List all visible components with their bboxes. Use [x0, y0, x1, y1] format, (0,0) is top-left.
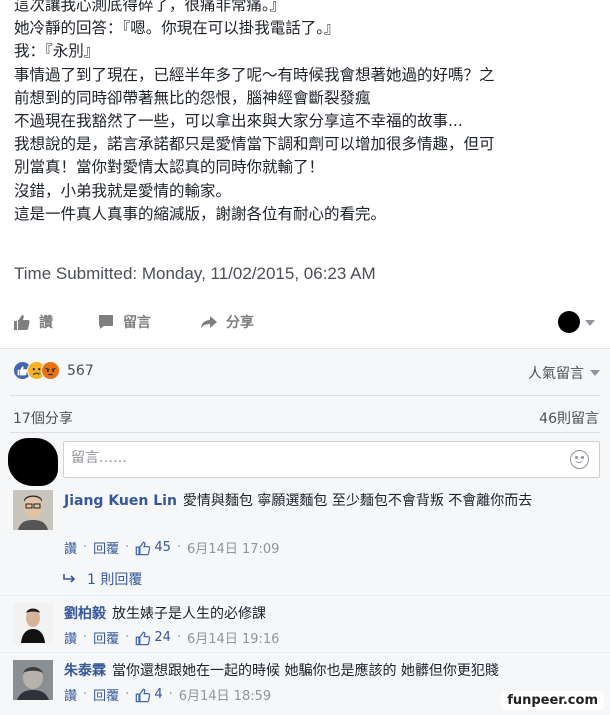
comment-label: 留言 — [123, 315, 151, 331]
watermark: funpeer.com — [501, 691, 604, 710]
post-line: 不過現在我豁然了一些，可以拿出來與大家分享這不幸福的故事... — [14, 112, 463, 131]
meta-separator: · — [176, 630, 181, 645]
post-line: 事情過了到了現在，已經半年多了呢～有時候我會想著她過的好嗎？之 — [14, 65, 495, 84]
like-label: 讚 — [39, 315, 53, 331]
chevron-down-icon — [590, 370, 600, 376]
meta-separator: · — [176, 540, 181, 555]
share-arrow-icon — [201, 316, 217, 329]
like-button[interactable]: 讚 — [13, 312, 53, 332]
meta-separator: · — [83, 630, 88, 645]
divider — [0, 652, 610, 653]
comment-composer[interactable] — [63, 441, 600, 478]
post-action-bar: 讚 留言 分享 — [0, 306, 610, 340]
comment-meta: 讚 · 回覆 · 24 · 6月14日 19:16 — [64, 628, 279, 647]
divider — [10, 395, 600, 396]
meta-separator: · — [125, 540, 130, 555]
view-replies-link[interactable]: 1 則回覆 — [63, 569, 142, 589]
meta-separator: · — [125, 630, 130, 645]
chevron-down-icon[interactable] — [585, 320, 595, 326]
comment-like-link[interactable]: 讚 — [64, 538, 77, 557]
comment-date[interactable]: 6月14日 17:09 — [187, 538, 279, 557]
comment-button[interactable]: 留言 — [97, 312, 151, 332]
comment-icon — [99, 315, 113, 329]
comment-sort-dropdown[interactable]: 人氣留言 — [528, 363, 600, 383]
post-line: 前想到的同時卻帶著無比的怨恨，腦神經會斷裂發瘋 — [14, 88, 371, 107]
comment-input[interactable] — [71, 450, 551, 466]
comment-like-link[interactable]: 讚 — [64, 628, 77, 647]
meta-separator: · — [168, 687, 173, 702]
comment-reply-link[interactable]: 回覆 — [93, 538, 119, 557]
meta-separator: · — [83, 540, 88, 555]
thumbs-up-icon — [136, 541, 151, 555]
post-line: 我：『永別』 — [14, 42, 100, 61]
comment-content: Jiang Kuen Lin 愛情與麵包 寧願選麵包 至少麵包不會背叛 不會離你而… — [64, 490, 594, 512]
time-submitted: Time Submitted: Monday, 11/02/2015, 06:2… — [14, 264, 376, 283]
reply-arrow-icon — [63, 574, 76, 583]
comment-reply-link[interactable]: 回覆 — [93, 628, 119, 647]
commenter-name[interactable]: 劉柏毅 — [64, 606, 106, 622]
reactions-summary[interactable]: 567 — [13, 361, 94, 380]
comment-meta: 讚 · 回覆 · 4 · 6月14日 18:59 — [64, 685, 271, 704]
post-body: 這次讓我心測底得碎了，很痛非常痛。』 她冷靜的回答：『嗯。你現在可以掛我電話了。… — [14, 0, 604, 226]
post-line: 別當真！當你對愛情太認真的同時你就輸了！ — [14, 158, 325, 177]
post-line: 我想說的是，諾言承諾都只是愛情當下調和劑可以增加很多情趣，但可 — [14, 135, 495, 154]
avatar[interactable] — [13, 660, 53, 700]
reply-count-label: 1 則回覆 — [87, 572, 143, 588]
share-button[interactable]: 分享 — [200, 312, 254, 332]
comment-content: 劉柏毅 放生婊子是人生的必修課 — [64, 603, 594, 625]
post-line: 沒錯，小弟我就是愛情的輸家。 — [14, 181, 232, 200]
sort-label: 人氣留言 — [528, 366, 584, 382]
comment-content: 朱泰霖 當你還想跟她在一起的時候 她騙你也是應該的 她髒但你更犯賤 — [64, 660, 594, 682]
post-line: 這次讓我心測底得碎了，很痛非常痛。』 — [14, 0, 286, 14]
thumbs-up-icon — [136, 688, 151, 702]
share-count[interactable]: 17個分享 — [13, 408, 73, 428]
emoji-icon[interactable] — [570, 450, 589, 469]
avatar[interactable] — [13, 603, 53, 643]
comment-like-count[interactable]: 24 — [154, 630, 171, 645]
comment-date[interactable]: 6月14日 18:59 — [179, 685, 271, 704]
angry-reaction-icon — [41, 361, 60, 380]
thumbs-up-icon — [14, 315, 30, 330]
avatar[interactable] — [13, 490, 53, 530]
comment-like-count[interactable]: 4 — [154, 687, 162, 702]
divider — [10, 432, 600, 433]
post-line: 她冷靜的回答：『嗯。你現在可以掛我電話了。』 — [14, 19, 340, 38]
comment-like-count[interactable]: 45 — [154, 540, 171, 555]
comment-meta: 讚 · 回覆 · 45 · 6月14日 17:09 — [64, 538, 279, 557]
commenter-name[interactable]: 朱泰霖 — [64, 663, 106, 679]
divider — [0, 595, 610, 596]
thumbs-up-icon — [136, 631, 151, 645]
meta-separator: · — [125, 687, 130, 702]
reaction-count: 567 — [67, 362, 94, 379]
comment-text: 當你還想跟她在一起的時候 她騙你也是應該的 她髒但你更犯賤 — [112, 663, 499, 679]
comment-date[interactable]: 6月14日 19:16 — [187, 628, 279, 647]
post-line: 這是一件真人真事的縮減版，謝謝各位有耐心的看完。 — [14, 204, 387, 223]
redacted-avatar[interactable] — [558, 311, 580, 333]
comment-like-link[interactable]: 讚 — [64, 685, 77, 704]
comment-reply-link[interactable]: 回覆 — [93, 685, 119, 704]
commenter-name[interactable]: Jiang Kuen Lin — [64, 493, 177, 509]
redacted-user-avatar — [8, 438, 58, 486]
share-label: 分享 — [226, 315, 254, 331]
comment-text: 放生婊子是人生的必修課 — [112, 606, 266, 622]
comment-count[interactable]: 46則留言 — [539, 408, 599, 428]
comment-text: 愛情與麵包 寧願選麵包 至少麵包不會背叛 不會離你而去 — [182, 493, 533, 509]
meta-separator: · — [83, 687, 88, 702]
